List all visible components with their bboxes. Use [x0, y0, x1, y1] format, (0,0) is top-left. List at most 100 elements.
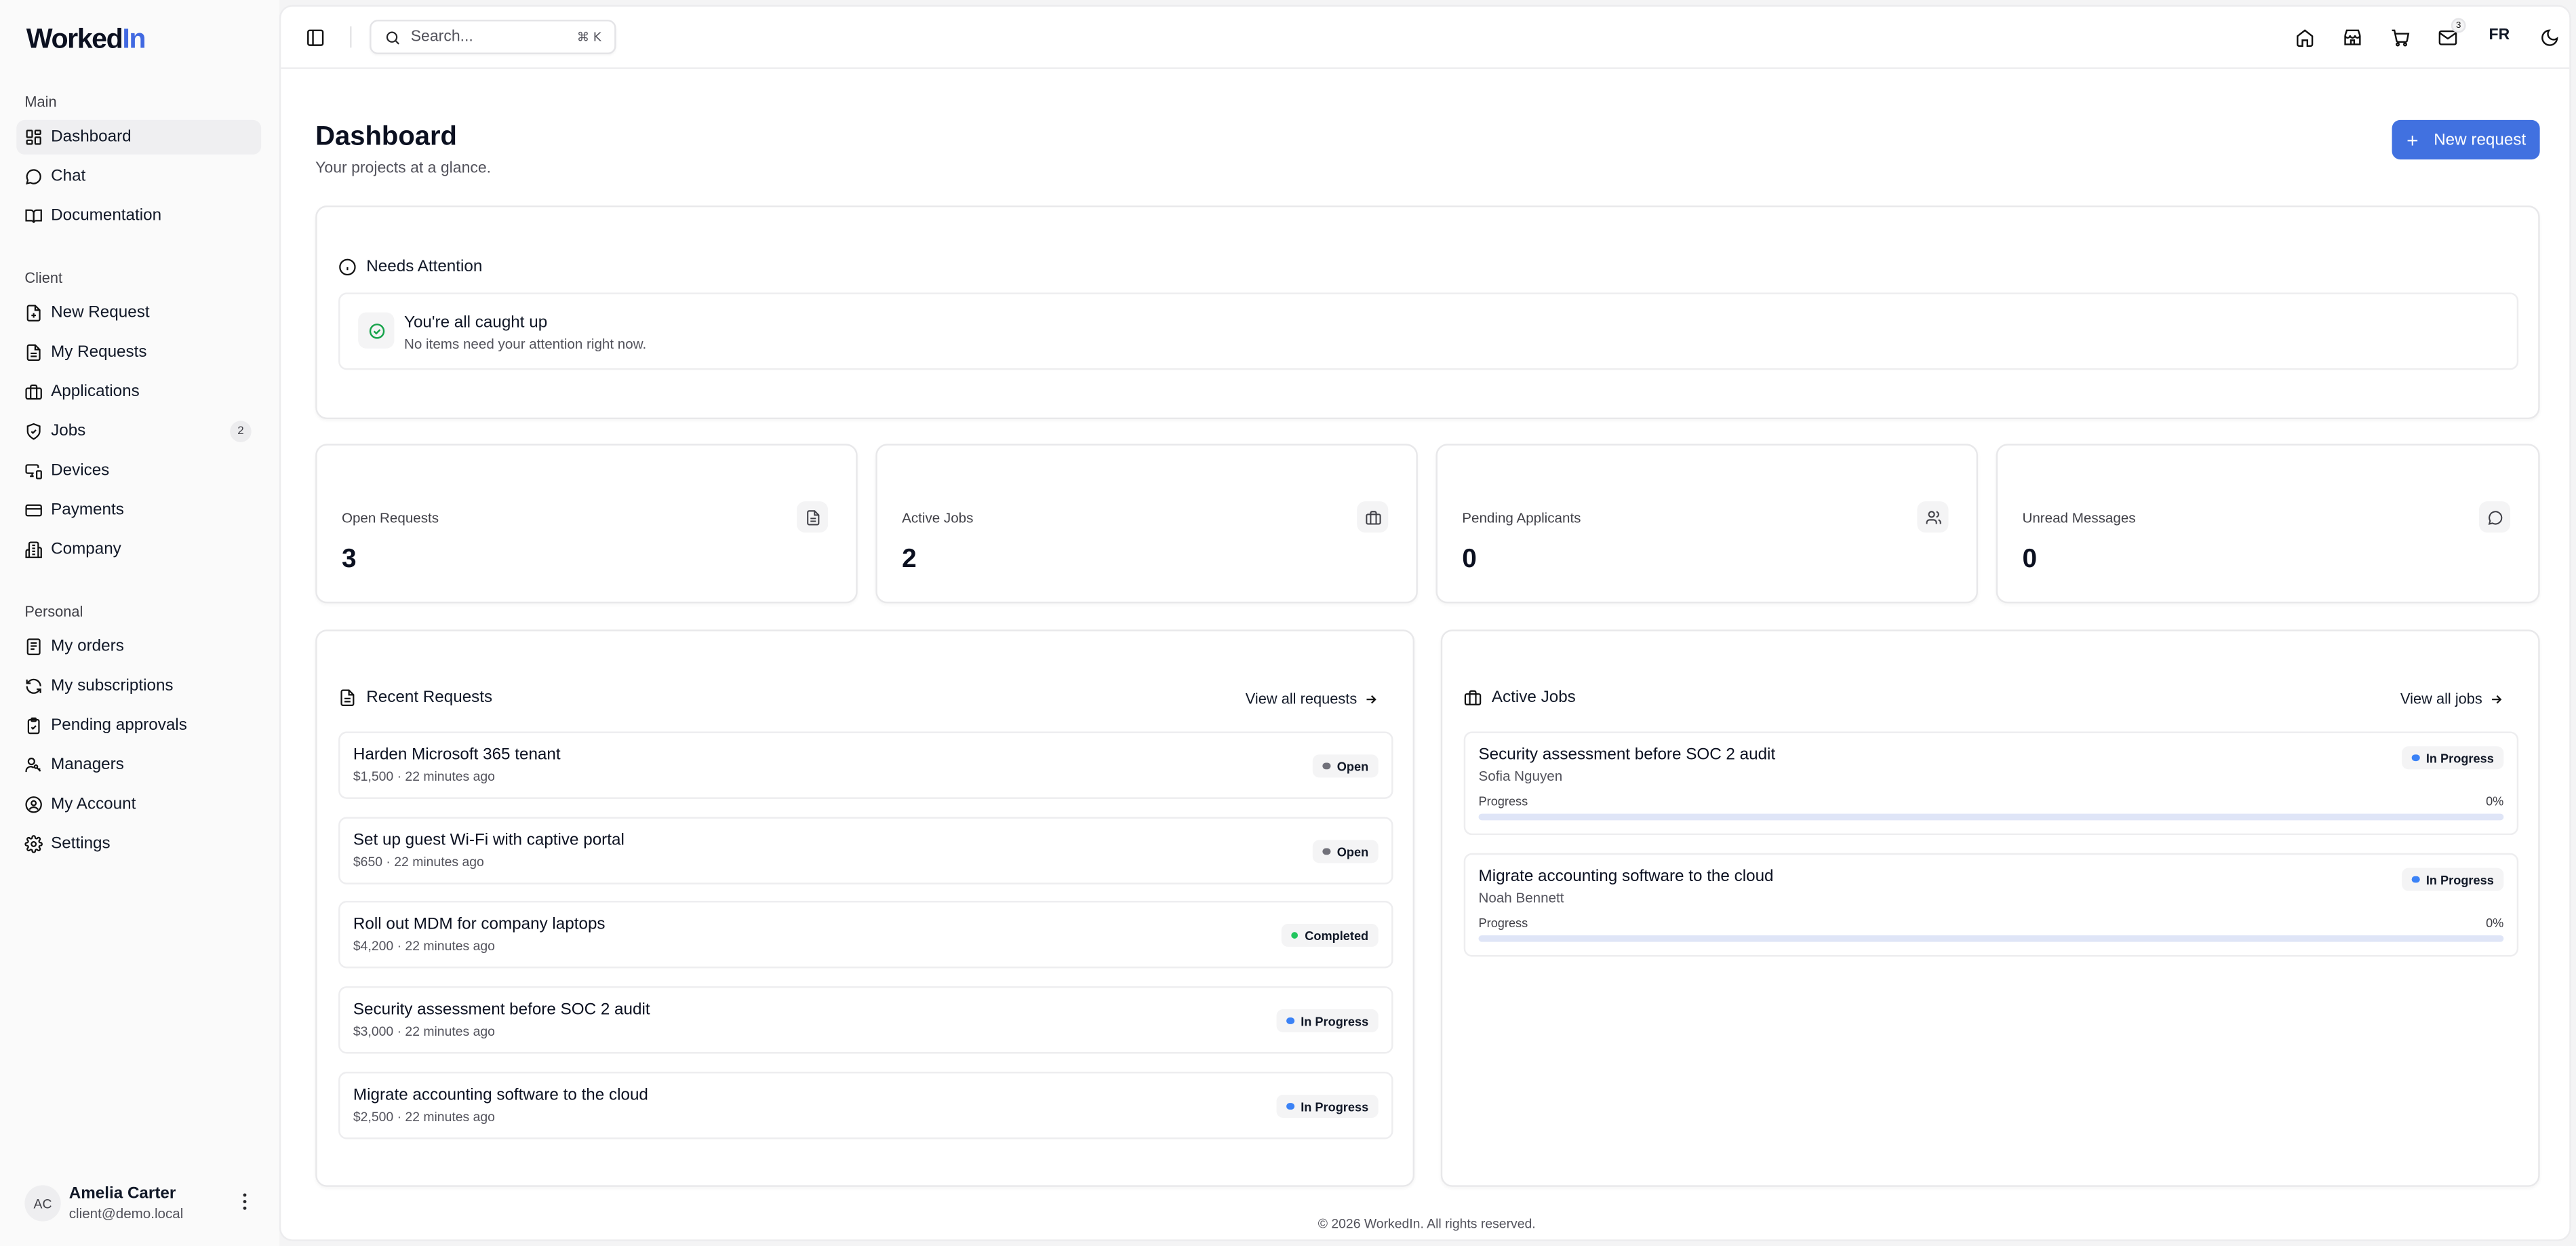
- sidebar-item-documentation[interactable]: Documentation: [16, 199, 261, 233]
- request-row[interactable]: Migrate accounting software to the cloud…: [338, 1072, 1393, 1140]
- sidebar-item-pending-approvals[interactable]: Pending approvals: [16, 709, 261, 743]
- sidebar-item-my-account[interactable]: My Account: [16, 787, 261, 822]
- stat-card-active-jobs[interactable]: Active Jobs 2: [875, 444, 1418, 604]
- sidebar-item-my-orders[interactable]: My orders: [16, 629, 261, 664]
- sidebar-item-label: Settings: [51, 835, 111, 853]
- job-row[interactable]: Migrate accounting software to the cloud…: [1463, 853, 2519, 957]
- avatar: AC: [24, 1185, 61, 1222]
- briefcase-icon: [1357, 501, 1389, 533]
- more-vertical-icon[interactable]: [237, 1190, 253, 1213]
- home-icon[interactable]: [2293, 26, 2316, 50]
- file-plus-icon: [26, 305, 41, 322]
- users-icon: [1917, 501, 1949, 533]
- moon-icon[interactable]: [2538, 26, 2561, 50]
- recent-requests-card: Recent Requests View all requests Harden…: [315, 629, 1415, 1187]
- new-request-button[interactable]: New request: [2392, 119, 2540, 160]
- shield-check-icon: [26, 423, 41, 440]
- stat-label: Unread Messages: [2022, 509, 2136, 526]
- stat-card-open-requests[interactable]: Open Requests 3: [315, 444, 858, 604]
- stat-card-pending-applicants[interactable]: Pending Applicants 0: [1435, 444, 1979, 604]
- sidebar-item-jobs[interactable]: Jobs 2: [16, 414, 261, 449]
- layout-grid-icon: [26, 130, 41, 145]
- job-assignee: Sofia Nguyen: [1478, 767, 1563, 785]
- progress-percent: 0%: [2486, 915, 2504, 931]
- status-badge: Completed: [1281, 924, 1379, 947]
- sidebar-item-label: New Request: [51, 304, 150, 323]
- sidebar-item-payments[interactable]: Payments: [16, 493, 261, 528]
- sidebar-item-new-request[interactable]: New Request: [16, 296, 261, 330]
- sidebar-item-label: My subscriptions: [51, 677, 174, 696]
- needs-attention-card: Needs Attention You're all caught up No …: [315, 205, 2540, 419]
- credit-card-icon: [25, 504, 42, 517]
- sidebar-item-dashboard[interactable]: Dashboard: [16, 119, 262, 155]
- refresh-icon: [26, 678, 41, 694]
- request-meta: $650 · 22 minutes ago: [353, 855, 484, 870]
- user-name: Amelia Carter: [68, 1185, 176, 1204]
- request-title: Set up guest Wi-Fi with captive portal: [353, 832, 625, 850]
- request-meta: $4,200 · 22 minutes ago: [353, 938, 495, 954]
- view-all-requests-link[interactable]: View all requests: [1246, 690, 1379, 707]
- job-title: Migrate accounting software to the cloud: [1478, 868, 1774, 887]
- status-badge: In Progress: [1277, 1095, 1379, 1118]
- status-badge: In Progress: [2402, 868, 2504, 891]
- user-key-icon: [25, 758, 41, 773]
- active-jobs-card: Active Jobs View all jobs Security asses…: [1440, 629, 2540, 1187]
- check-circle-icon: [358, 312, 395, 349]
- page-title: Dashboard: [315, 121, 457, 151]
- building-icon: [25, 541, 42, 558]
- request-row[interactable]: Roll out MDM for company laptops $4,200 …: [338, 901, 1393, 969]
- sidebar-item-applications[interactable]: Applications: [16, 375, 261, 410]
- caught-up-title: You're all caught up: [404, 313, 548, 332]
- store-icon[interactable]: [2341, 26, 2364, 50]
- active-jobs-title: Active Jobs: [1464, 688, 1576, 707]
- search-input[interactable]: [410, 28, 553, 46]
- sidebar-group-personal: Personal: [24, 603, 83, 620]
- sidebar-item-managers[interactable]: Managers: [16, 748, 261, 783]
- search-box[interactable]: ⌘ K: [370, 20, 616, 54]
- sidebar-item-label: Devices: [51, 462, 110, 480]
- file-text-icon: [26, 344, 41, 362]
- arrow-right-icon: [1366, 694, 1376, 703]
- sidebar-item-company[interactable]: Company: [16, 532, 261, 567]
- sidebar-item-settings[interactable]: Settings: [16, 827, 261, 861]
- sidebar-item-label: Pending approvals: [51, 716, 187, 735]
- message-circle-icon: [2479, 501, 2511, 533]
- main-panel: ⌘ K 3 FR Dashboard Your projects at a gl…: [279, 5, 2571, 1241]
- status-badge: Open: [1313, 840, 1379, 863]
- view-all-jobs-link[interactable]: View all jobs: [2400, 690, 2503, 707]
- sidebar-item-label: Applications: [51, 383, 140, 402]
- job-row[interactable]: Security assessment before SOC 2 audit S…: [1463, 731, 2519, 836]
- file-text-icon: [797, 501, 829, 533]
- topbar: ⌘ K 3 FR: [281, 7, 2570, 69]
- sidebar-group-client: Client: [24, 269, 63, 286]
- user-menu[interactable]: AC Amelia Carter client@demo.local: [24, 1180, 262, 1226]
- sidebar-item-label: Documentation: [51, 207, 162, 226]
- search-icon: [386, 31, 399, 44]
- arrow-right-icon: [2492, 694, 2502, 703]
- stat-card-unread-messages[interactable]: Unread Messages 0: [1996, 444, 2540, 604]
- brand-logo[interactable]: WorkedIn: [26, 23, 146, 56]
- sidebar-item-my-requests[interactable]: My Requests: [16, 335, 261, 370]
- footer: © 2026 WorkedIn. All rights reserved.: [1317, 1216, 1536, 1232]
- cart-icon[interactable]: [2389, 26, 2412, 50]
- sidebar-toggle-icon[interactable]: [304, 26, 327, 50]
- mail-icon[interactable]: 3: [2436, 18, 2466, 50]
- sidebar-item-label: Managers: [51, 756, 124, 775]
- page-subtitle: Your projects at a glance.: [315, 159, 492, 178]
- sidebar-item-chat[interactable]: Chat: [16, 159, 261, 194]
- gear-icon: [24, 835, 43, 853]
- sidebar-group-main: Main: [24, 94, 57, 111]
- mail-badge: 3: [2451, 18, 2466, 33]
- status-badge: Open: [1313, 754, 1379, 778]
- request-title: Harden Microsoft 365 tenant: [353, 746, 561, 764]
- request-row[interactable]: Set up guest Wi-Fi with captive portal $…: [338, 817, 1393, 884]
- request-row[interactable]: Security assessment before SOC 2 audit $…: [338, 986, 1393, 1054]
- book-open-icon: [25, 209, 42, 223]
- sidebar-item-label: Company: [51, 541, 121, 559]
- language-toggle[interactable]: FR: [2489, 26, 2510, 45]
- jobs-count-badge: 2: [230, 421, 252, 442]
- sidebar-item-my-subscriptions[interactable]: My subscriptions: [16, 669, 261, 703]
- sidebar-item-devices[interactable]: Devices: [16, 454, 261, 488]
- sidebar-item-label: My Account: [51, 795, 136, 814]
- request-row[interactable]: Harden Microsoft 365 tenant $1,500 · 22 …: [338, 731, 1393, 799]
